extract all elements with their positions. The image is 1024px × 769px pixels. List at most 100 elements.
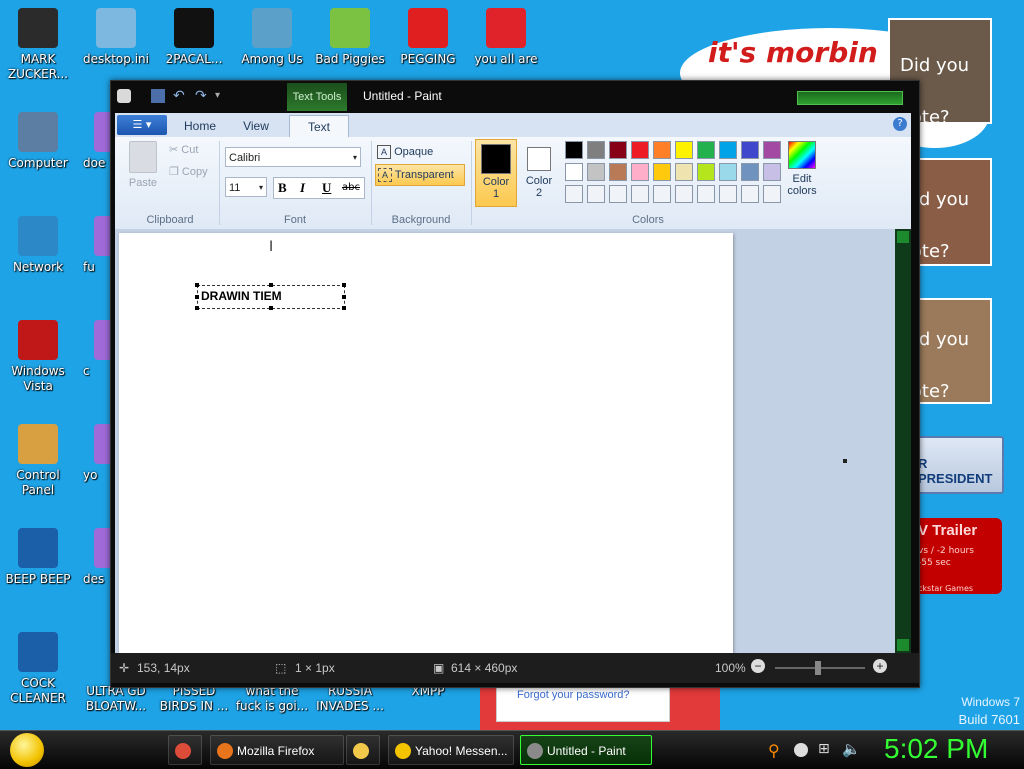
custom-color-swatch[interactable] <box>719 185 737 203</box>
paint-app-icon[interactable] <box>117 89 131 103</box>
opaque-option[interactable]: A Opaque <box>377 143 461 161</box>
color-swatch[interactable] <box>719 141 737 159</box>
custom-color-swatch[interactable] <box>675 185 693 203</box>
taskbar-button[interactable] <box>168 735 202 765</box>
desktop-icon[interactable]: Network <box>0 216 76 275</box>
custom-color-swatch[interactable] <box>631 185 649 203</box>
save-icon[interactable] <box>151 89 165 103</box>
minus-circle-icon[interactable] <box>794 743 808 757</box>
desktop-icon[interactable]: PEGGING <box>390 8 466 67</box>
color-swatch[interactable] <box>697 163 715 181</box>
vertical-scrollbar[interactable] <box>895 229 911 653</box>
desktop-icon[interactable]: c <box>80 320 110 379</box>
scroll-down-button[interactable] <box>897 639 909 651</box>
color-swatch[interactable] <box>609 141 627 159</box>
resize-handle[interactable] <box>342 295 346 299</box>
drawing-canvas[interactable]: DRAWIN TIEM I <box>119 233 733 653</box>
desktop-icon[interactable]: 2PACAL... <box>156 8 232 67</box>
taskbar-button[interactable]: Untitled - Paint <box>520 735 652 765</box>
edit-colors-button[interactable]: Edit colors <box>783 141 821 207</box>
resize-handle[interactable] <box>342 283 346 287</box>
color-swatch[interactable] <box>697 141 715 159</box>
color-swatch[interactable] <box>631 141 649 159</box>
scroll-up-button[interactable] <box>897 231 909 243</box>
canvas-resize-handle[interactable] <box>843 459 847 463</box>
app-menu-button[interactable]: ☰ ▾ <box>117 115 167 135</box>
color-swatch[interactable] <box>565 163 583 181</box>
color-swatch[interactable] <box>763 163 781 181</box>
desktop-icon[interactable]: Bad Piggies <box>312 8 388 67</box>
font-family-select[interactable]: Calibri ▾ <box>225 147 361 167</box>
custom-color-swatch[interactable] <box>653 185 671 203</box>
color-swatch[interactable] <box>719 163 737 181</box>
tab-view[interactable]: View <box>231 115 281 137</box>
color-swatch[interactable] <box>609 163 627 181</box>
color-swatch[interactable] <box>653 163 671 181</box>
desktop-icon[interactable]: des <box>80 528 110 587</box>
search-icon[interactable]: ⚲ <box>768 741 780 760</box>
color-swatch[interactable] <box>587 163 605 181</box>
italic-button[interactable]: I <box>300 180 305 196</box>
strikethrough-button[interactable]: abc <box>342 182 360 193</box>
desktop-icon[interactable]: Windows Vista <box>0 320 76 394</box>
resize-handle[interactable] <box>342 306 346 310</box>
paint-window[interactable]: ↶ ↷ ▾ Text Tools Untitled - Paint ☰ ▾ Ho… <box>110 80 920 688</box>
zoom-in-button[interactable]: + <box>873 659 887 673</box>
color-swatch[interactable] <box>675 163 693 181</box>
desktop-icon[interactable]: BEEP BEEP <box>0 528 76 587</box>
zoom-out-button[interactable]: − <box>751 659 765 673</box>
underline-button[interactable]: U <box>322 180 331 196</box>
clock[interactable]: 5:02 PM <box>884 733 988 765</box>
color-swatch[interactable] <box>675 141 693 159</box>
undo-icon[interactable]: ↶ <box>173 89 187 103</box>
desktop-icon[interactable]: you all are <box>468 8 544 67</box>
resize-handle[interactable] <box>195 283 199 287</box>
color-swatch[interactable] <box>587 141 605 159</box>
tab-home[interactable]: Home <box>175 115 225 137</box>
redo-icon[interactable]: ↷ <box>195 89 209 103</box>
forgot-password-link[interactable]: Forgot your password? <box>517 689 630 701</box>
volume-icon[interactable]: 🔈 <box>842 740 861 758</box>
color-swatch[interactable] <box>631 163 649 181</box>
color1-button[interactable]: Color 1 <box>475 139 517 207</box>
custom-color-swatch[interactable] <box>697 185 715 203</box>
custom-color-swatch[interactable] <box>763 185 781 203</box>
text-box-value[interactable]: DRAWIN TIEM <box>201 289 282 303</box>
desktop-icon-label[interactable]: ULTRA GD BLOATW... <box>78 684 154 714</box>
zoom-slider-thumb[interactable] <box>815 661 821 675</box>
custom-color-swatch[interactable] <box>565 185 583 203</box>
network-icon[interactable]: ⊞ <box>818 741 830 757</box>
president-button[interactable]: R PRESIDENT <box>912 436 1004 494</box>
text-box[interactable]: DRAWIN TIEM <box>195 283 346 310</box>
start-button[interactable] <box>10 733 44 767</box>
taskbar-button[interactable] <box>346 735 380 765</box>
window-controls[interactable] <box>797 91 903 105</box>
desktop-icon[interactable]: desktop.ini <box>78 8 154 67</box>
font-size-select[interactable]: 11 ▾ <box>225 177 267 197</box>
customize-qat-icon[interactable]: ▾ <box>215 89 229 103</box>
transparent-option[interactable]: A Transparent <box>375 164 465 186</box>
zoom-slider[interactable] <box>775 661 865 675</box>
color2-button[interactable]: Color 2 <box>519 139 559 205</box>
color-swatch[interactable] <box>741 141 759 159</box>
color-swatch[interactable] <box>763 141 781 159</box>
resize-handle[interactable] <box>269 283 273 287</box>
title-bar[interactable]: ↶ ↷ ▾ Text Tools Untitled - Paint <box>111 81 919 111</box>
desktop-icon[interactable]: Computer <box>0 112 76 171</box>
taskbar-button[interactable]: Yahoo! Messen... <box>388 735 514 765</box>
resize-handle[interactable] <box>269 306 273 310</box>
desktop-icon[interactable]: Among Us <box>234 8 310 67</box>
taskbar-button[interactable]: Mozilla Firefox <box>210 735 344 765</box>
desktop-icon[interactable]: doe <box>80 112 110 171</box>
tab-text[interactable]: Text <box>289 115 349 138</box>
desktop-icon-label[interactable]: PISSED BIRDS IN ... <box>156 684 232 714</box>
color-swatch[interactable] <box>565 141 583 159</box>
resize-handle[interactable] <box>195 306 199 310</box>
custom-color-swatch[interactable] <box>609 185 627 203</box>
help-icon[interactable]: ? <box>893 117 907 131</box>
color-swatch[interactable] <box>653 141 671 159</box>
custom-color-swatch[interactable] <box>587 185 605 203</box>
custom-color-swatch[interactable] <box>741 185 759 203</box>
bold-button[interactable]: B <box>278 180 287 196</box>
desktop-icon[interactable]: Control Panel <box>0 424 76 498</box>
